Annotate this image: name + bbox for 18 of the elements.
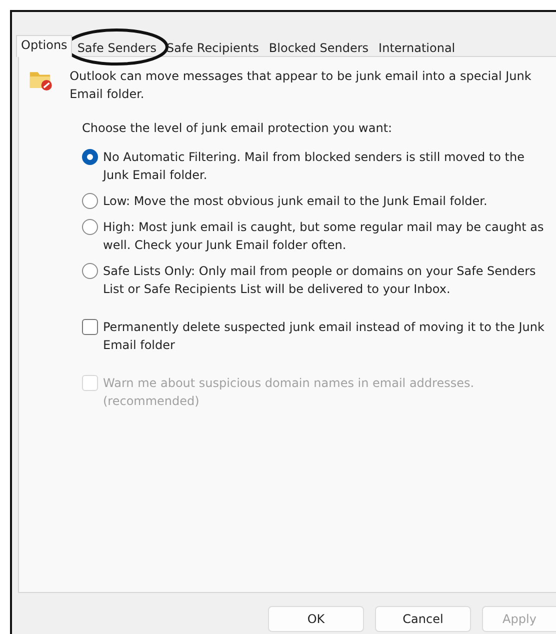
radio-button[interactable] <box>82 219 98 235</box>
radio-button[interactable] <box>82 193 98 209</box>
dialog-button[interactable]: Cancel <box>375 606 471 632</box>
checkbox-label: Warn me about suspicious domain names in email addresses. (recommended) <box>103 375 476 410</box>
dialog-button[interactable]: OK <box>268 606 364 632</box>
checkbox-label: Permanently delete suspected junk email instead of moving it to the Junk Email folder <box>103 319 546 354</box>
tab[interactable]: Options <box>16 35 72 57</box>
radio-button[interactable] <box>82 263 98 279</box>
checkbox[interactable] <box>82 319 98 335</box>
radio-label: High: Most junk email is caught, but some regular mail may be caught as well. Check your Junk Email folder often. <box>103 219 545 254</box>
radio-label: Low: Move the most obvious junk email to the Junk Email folder. <box>103 193 488 210</box>
radio-label: Safe Lists Only: Only mail from people or domains on your Safe Senders List or Safe Recipients List will be delivered to your Inbox. <box>103 263 537 298</box>
radio-button[interactable] <box>82 149 98 165</box>
tab[interactable]: Blocked Senders <box>264 38 374 57</box>
intro-text: Outlook can move messages that appear to be junk email into a special Junk Email folder. <box>70 68 532 103</box>
tab[interactable]: International <box>374 38 460 57</box>
radio-label: No Automatic Filtering. Mail from blocked senders is still moved to the Junk Email folder. <box>103 149 526 184</box>
prompt-text: Choose the level of junk email protection you want: <box>82 120 394 137</box>
